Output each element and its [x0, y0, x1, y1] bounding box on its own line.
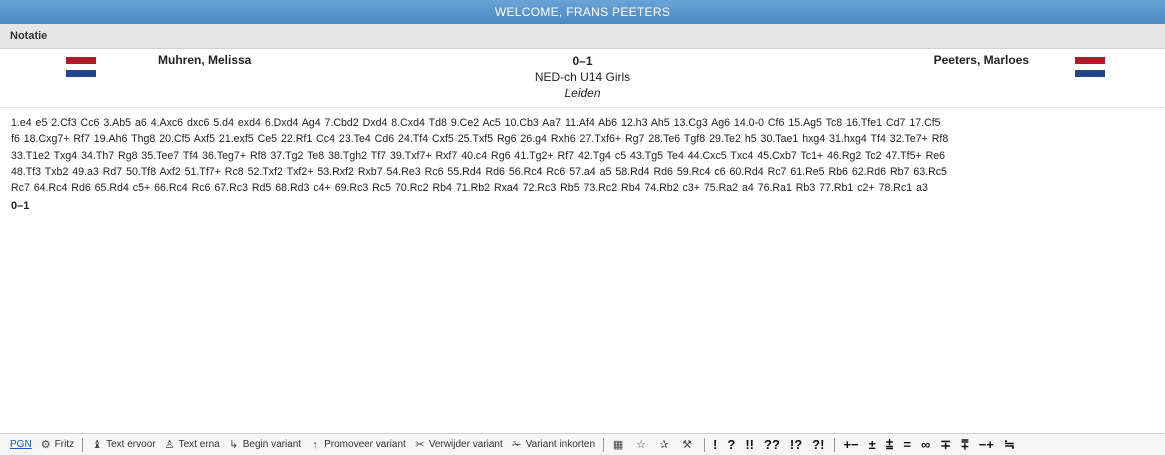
text-after-label: Text erna: [178, 439, 220, 450]
move-line[interactable]: 48.Tf3 Txb2 49.a3 Rd7 50.Tf8 Axf2 51.Tf7…: [11, 164, 1159, 180]
move-line[interactable]: 1.e4 e5 2.Cf3 Cc6 3.Ab5 a6 4.Axc6 dxc6 5…: [11, 115, 1159, 131]
promote-variant-button[interactable]: ↑ Promoveer variant: [309, 438, 406, 451]
title-bar: WELCOME, FRANS PEETERS: [0, 0, 1165, 24]
black-player-name: Peeters, Marloes: [933, 53, 1029, 67]
section-header: Notatie: [0, 24, 1165, 49]
toolbar-divider: [704, 437, 706, 452]
move-list[interactable]: 1.e4 e5 2.Cf3 Cc6 3.Ab5 a6 4.Axc6 dxc6 5…: [0, 108, 1165, 196]
promote-variant-label: Promoveer variant: [324, 439, 406, 450]
delete-variant-button[interactable]: ✂ Verwijder variant: [414, 438, 503, 451]
fritz-button[interactable]: ⚙ Fritz: [40, 438, 74, 451]
fritz-label: Fritz: [54, 439, 75, 450]
annotation-symbol[interactable]: !!: [745, 437, 754, 452]
game-header: Muhren, Melissa 0–1 NED-ch U14 Girls Lei…: [0, 49, 1165, 108]
shorten-variant-label: Variant inkorten: [525, 439, 596, 450]
begin-variant-button[interactable]: ↳ Begin variant: [228, 438, 301, 451]
evaluation-symbol[interactable]: ⩲: [886, 437, 894, 453]
scissors-icon: ✁: [512, 439, 522, 451]
text-before-button[interactable]: ♝ Text ervoor: [91, 438, 155, 451]
netherlands-flag-icon: [1075, 57, 1105, 77]
final-result: 0–1: [11, 200, 30, 213]
chessboard-icon: ▦: [612, 439, 624, 451]
toolbar-divider: [603, 437, 605, 452]
text-before-label: Text ervoor: [106, 439, 156, 450]
branch-arrow-icon: ↳: [229, 439, 239, 451]
evaluation-symbol[interactable]: ∞: [921, 437, 930, 452]
evaluation-symbol[interactable]: −+: [979, 437, 994, 452]
star-button[interactable]: ☆: [635, 438, 650, 451]
text-before-icon: ♝: [92, 439, 103, 451]
text-after-button[interactable]: ♙ Text erna: [164, 438, 220, 451]
move-line[interactable]: Rc7 64.Rc4 Rd6 65.Rd4 c5+ 66.Rc4 Rc6 67.…: [11, 180, 1159, 196]
up-arrow-icon: ↑: [312, 438, 318, 451]
tools-button[interactable]: ⚒: [681, 438, 696, 451]
evaluation-symbol[interactable]: =: [903, 437, 911, 452]
delete-variant-icon: ✂: [415, 439, 425, 451]
shorten-variant-button[interactable]: ✁ Variant inkorten: [511, 438, 595, 451]
text-after-icon: ♙: [164, 439, 175, 451]
evaluation-symbol[interactable]: ⩱: [961, 437, 969, 453]
evaluation-symbol[interactable]: ±: [869, 437, 876, 452]
board-button[interactable]: ▦: [612, 438, 627, 451]
toolbar-divider: [834, 437, 836, 452]
annotation-symbol[interactable]: ?: [727, 437, 735, 452]
fritz-icon: ⚙: [40, 439, 51, 451]
annotation-symbol[interactable]: !?: [790, 437, 802, 452]
site-name: Leiden: [564, 86, 601, 100]
evaluation-symbol[interactable]: ≒: [1004, 437, 1015, 453]
evaluation-symbol[interactable]: +−: [843, 437, 858, 452]
delete-variant-label: Verwijder variant: [428, 439, 503, 450]
annotation-symbol[interactable]: !: [713, 437, 717, 452]
star-icon: ☆: [636, 439, 646, 451]
annotation-symbol[interactable]: ??: [764, 437, 780, 452]
annotation-symbol[interactable]: ?!: [812, 437, 824, 452]
event-name: NED-ch U14 Girls: [534, 70, 631, 84]
star-add-button[interactable]: ✰: [658, 438, 673, 451]
star-add-icon: ✰: [659, 439, 669, 451]
tools-icon: ⚒: [682, 439, 692, 451]
move-line[interactable]: 33.T1e2 Txg4 34.Th7 Rg8 35.Tee7 Tf4 36.T…: [11, 148, 1159, 164]
notation-toolbar: PGN ⚙ Fritz ♝ Text ervoor ♙ Text erna ↳ Begi…: [0, 433, 1165, 455]
begin-variant-label: Begin variant: [242, 439, 302, 450]
pgn-link[interactable]: PGN: [10, 439, 32, 450]
toolbar-divider: [82, 437, 84, 452]
evaluation-symbol[interactable]: ∓: [940, 437, 951, 453]
move-line[interactable]: f6 18.Cxg7+ Rf7 19.Ah6 Thg8 20.Cf5 Axf5 …: [11, 131, 1159, 147]
